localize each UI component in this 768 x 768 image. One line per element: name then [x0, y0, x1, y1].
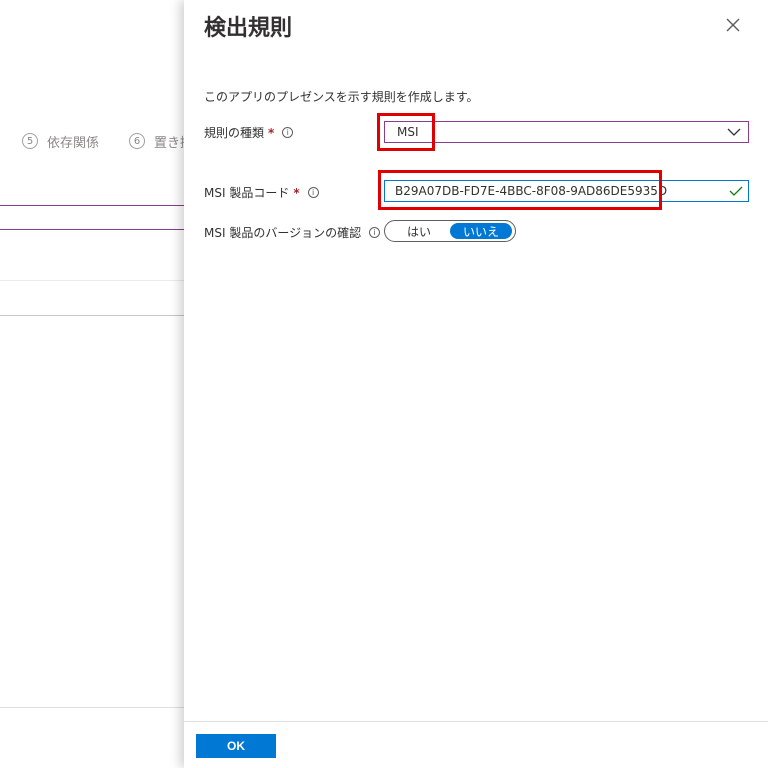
background-field-line — [0, 229, 184, 230]
version-check-label-row: MSI 製品のバージョンの確認 i — [204, 224, 381, 241]
step-number: 6 — [129, 133, 145, 149]
wizard-step-5[interactable]: 5 依存関係 — [22, 131, 99, 151]
step-number: 5 — [22, 133, 38, 149]
checkmark-icon — [729, 186, 743, 196]
step-label: 依存関係 — [47, 135, 100, 151]
product-code-label-row: MSI 製品コード * i — [204, 184, 319, 201]
panel-description: このアプリのプレゼンスを示す規則を作成します。 — [204, 90, 479, 104]
footer-divider — [184, 721, 768, 722]
rule-type-select[interactable]: MSI — [384, 121, 749, 143]
panel-title: 検出規則 — [204, 16, 293, 41]
close-icon — [726, 18, 740, 32]
ok-button[interactable]: OK — [196, 734, 276, 758]
wizard-step-6[interactable]: 6 置き換え — [129, 131, 184, 151]
toggle-option-yes[interactable]: はい — [388, 223, 450, 239]
product-code-input[interactable]: B29A07DB-FD7E-4BBC-8F08-9AD86DE5935D — [384, 180, 749, 202]
product-code-label: MSI 製品コード — [204, 186, 290, 200]
background-page: 5 依存関係 6 置き換え — [0, 0, 184, 768]
version-check-toggle[interactable]: はい いいえ — [384, 220, 516, 242]
rule-type-label: 規則の種類 — [204, 126, 265, 140]
background-field-line — [0, 205, 184, 206]
required-marker: * — [293, 185, 300, 200]
toggle-option-no[interactable]: いいえ — [450, 223, 512, 239]
rule-type-value: MSI — [397, 125, 419, 139]
step-label: 置き換え — [154, 135, 184, 151]
info-icon[interactable]: i — [307, 187, 319, 198]
product-code-value: B29A07DB-FD7E-4BBC-8F08-9AD86DE5935D — [395, 184, 668, 198]
background-divider — [0, 707, 184, 708]
info-icon[interactable]: i — [369, 227, 381, 238]
close-button[interactable] — [722, 14, 744, 36]
rule-type-label-row: 規則の種類 * i — [204, 124, 294, 141]
background-divider — [0, 315, 184, 316]
background-divider — [0, 280, 184, 281]
detection-rule-panel: 検出規則 このアプリのプレゼンスを示す規則を作成します。 規則の種類 * i M… — [184, 0, 768, 768]
required-marker: * — [268, 125, 275, 140]
version-check-label: MSI 製品のバージョンの確認 — [204, 226, 362, 240]
info-icon[interactable]: i — [282, 127, 294, 138]
chevron-down-icon — [727, 128, 741, 136]
